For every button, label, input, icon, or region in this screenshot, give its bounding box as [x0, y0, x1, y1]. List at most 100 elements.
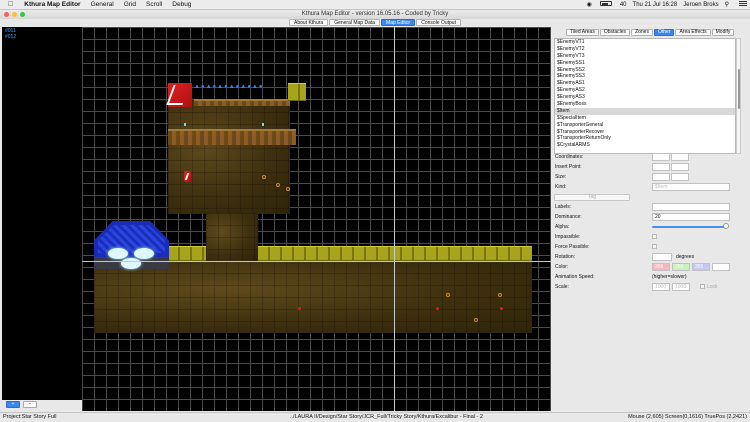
- kind-item[interactable]: $EnemySS2: [555, 67, 735, 74]
- dominance-field[interactable]: 20: [652, 213, 730, 221]
- top-wall-strip: [288, 83, 306, 101]
- tab-tiled-areas[interactable]: Tiled Areas: [566, 29, 599, 36]
- menu-scroll[interactable]: Scroll: [141, 1, 167, 8]
- alpha-label: Alpha:: [555, 224, 570, 230]
- menu-grid[interactable]: Grid: [119, 1, 141, 8]
- top-fence: [194, 99, 290, 106]
- alpha-slider-knob[interactable]: [723, 223, 729, 229]
- kind-item[interactable]: $EnemySS1: [555, 60, 735, 67]
- insert-y-field[interactable]: [671, 163, 689, 171]
- kind-list-scrollbar[interactable]: [736, 38, 741, 154]
- size-h-field[interactable]: [671, 173, 689, 181]
- menu-debug[interactable]: Debug: [167, 1, 196, 8]
- remove-layer-button[interactable]: -: [23, 401, 37, 408]
- color-green-field[interactable]: 255: [672, 263, 690, 271]
- kind-field[interactable]: $Item: [652, 183, 730, 191]
- kind-item[interactable]: $SpecialItem: [555, 115, 735, 122]
- maximize-button[interactable]: [20, 12, 25, 17]
- color-red-field[interactable]: 255: [652, 263, 670, 271]
- notification-icon[interactable]: [732, 1, 750, 8]
- coordinates-label: Coordinates:: [555, 154, 584, 160]
- tab-modify[interactable]: Modify: [711, 29, 735, 36]
- layer-list[interactable]: #011 #012: [2, 27, 82, 400]
- kind-item[interactable]: $CrystalARMS: [555, 142, 735, 149]
- item-marker: [498, 293, 502, 297]
- kind-item[interactable]: $EnemyVT3: [555, 53, 735, 60]
- red-object: [184, 171, 191, 182]
- battery-icon[interactable]: [595, 1, 617, 8]
- alpha-slider-track[interactable]: [652, 226, 726, 228]
- red-gem: [436, 307, 439, 310]
- scale-x-field[interactable]: 1000: [652, 283, 670, 291]
- scale-y-field[interactable]: 1000: [672, 283, 690, 291]
- insert-x-field[interactable]: [652, 163, 670, 171]
- color-label: Color:: [555, 264, 569, 270]
- color-preview[interactable]: [712, 263, 730, 271]
- properties-panel: Tiled Areas Obstacles Zones Other Area E…: [552, 27, 750, 411]
- right-wall-strip: [258, 246, 532, 261]
- tag-button[interactable]: Tag: [554, 194, 630, 201]
- animation-speed-label: Animation Speed:: [555, 274, 595, 280]
- rotation-field[interactable]: [652, 253, 672, 261]
- kind-list[interactable]: $EnemyVT1 $EnemyVT2 $EnemyVT3 $EnemySS1 …: [554, 38, 736, 154]
- left-wall-strip: [168, 246, 206, 261]
- app-menu[interactable]: Kthura Map Editor: [19, 1, 85, 8]
- tab-area-effects[interactable]: Area Effects: [675, 29, 711, 36]
- project-name: Project:Star Story Full: [3, 414, 57, 420]
- status-bar: Project:Star Story Full ../LAURA II/Desi…: [0, 412, 750, 422]
- rotation-label: Rotation:: [555, 254, 576, 260]
- degrees-label: degrees: [676, 254, 695, 260]
- user-name[interactable]: Jeroen Broks: [680, 2, 721, 8]
- tab-other[interactable]: Other: [653, 29, 675, 36]
- labels-label: Labels:: [555, 204, 572, 210]
- kind-item[interactable]: $TransporterReturnOnly: [555, 135, 735, 142]
- red-wall-tile: [168, 83, 192, 107]
- map-canvas[interactable]: ▲●▲●▲●▲●▲●▲●: [82, 27, 551, 411]
- main-tabs: About Kthura General Map Data Map Editor…: [0, 19, 750, 27]
- tab-console-output[interactable]: Console Output: [416, 19, 461, 26]
- coord-y-field[interactable]: [671, 153, 689, 161]
- coord-x-field[interactable]: [652, 153, 670, 161]
- wifi-icon[interactable]: ◉: [584, 1, 595, 8]
- search-icon[interactable]: ⚲: [722, 1, 732, 8]
- tab-about[interactable]: About Kthura: [289, 19, 329, 26]
- kind-item[interactable]: $EnemyAS3: [555, 94, 735, 101]
- red-gem: [500, 307, 503, 310]
- color-blue-field[interactable]: 255: [692, 263, 710, 271]
- corridor: [206, 213, 258, 261]
- tab-zones[interactable]: Zones: [631, 29, 653, 36]
- kind-item[interactable]: $EnemySS3: [555, 73, 735, 80]
- kind-item[interactable]: $EnemyVT1: [555, 39, 735, 46]
- battery-level: 40: [619, 1, 627, 8]
- lock-checkbox[interactable]: [700, 284, 705, 289]
- kind-label: Kind:: [555, 184, 567, 190]
- map-path: ../LAURA II/Design/Star Story/JCR_Full/T…: [290, 414, 483, 420]
- kind-item[interactable]: $EnemyAS1: [555, 80, 735, 87]
- layer-item[interactable]: #012: [2, 33, 82, 40]
- apple-icon[interactable]: : [0, 1, 19, 8]
- size-w-field[interactable]: [652, 173, 670, 181]
- middle-fence: [168, 129, 296, 145]
- kind-item[interactable]: $EnemyAS2: [555, 87, 735, 94]
- clock[interactable]: Thu 21 Jul 16:28: [630, 2, 681, 8]
- tab-map-editor[interactable]: Map Editor: [381, 19, 416, 26]
- lower-room: [94, 261, 532, 333]
- force-passible-checkbox[interactable]: [652, 244, 657, 249]
- lock-label: Lock: [707, 284, 718, 290]
- animation-speed-hint: (higher=slower): [652, 274, 687, 280]
- add-layer-button[interactable]: +: [6, 401, 20, 408]
- kind-item[interactable]: $EnemyVT2: [555, 46, 735, 53]
- kind-item-selected[interactable]: $Item: [555, 107, 735, 115]
- kind-item[interactable]: $TransporterRecover: [555, 129, 735, 136]
- tab-general-map-data[interactable]: General Map Data: [329, 19, 381, 26]
- close-button[interactable]: [4, 12, 9, 17]
- kind-item[interactable]: $EnemyBoss: [555, 101, 735, 108]
- upper-room: [168, 100, 290, 214]
- tab-obstacles[interactable]: Obstacles: [599, 29, 631, 36]
- size-label: Size:: [555, 174, 567, 180]
- minimize-button[interactable]: [12, 12, 17, 17]
- labels-field[interactable]: [652, 203, 730, 211]
- menu-general[interactable]: General: [86, 1, 119, 8]
- impassible-checkbox[interactable]: [652, 234, 657, 239]
- kind-item[interactable]: $TransporterGeneral: [555, 122, 735, 129]
